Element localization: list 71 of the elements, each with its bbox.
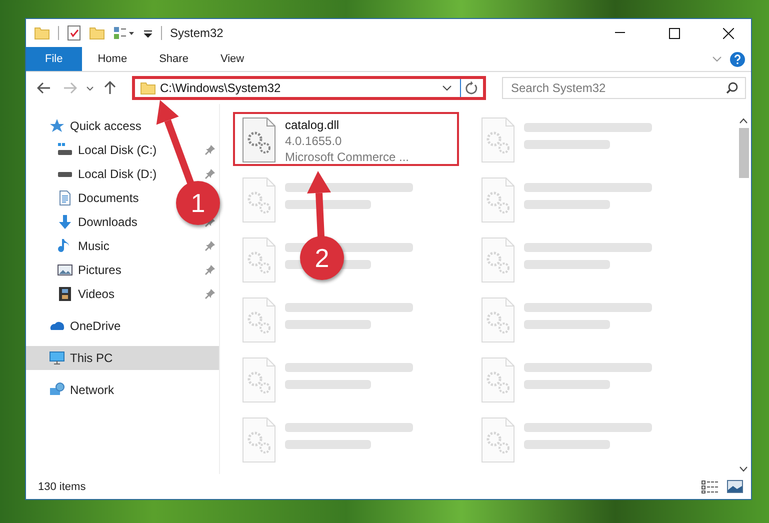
forward-arrow-icon bbox=[63, 82, 77, 94]
search-field[interactable]: Search System32 bbox=[502, 77, 746, 99]
close-icon bbox=[722, 28, 734, 38]
folder-icon bbox=[34, 25, 50, 41]
dropdown-caret-icon[interactable] bbox=[442, 85, 452, 91]
search-icon bbox=[726, 82, 738, 94]
sidebar-item[interactable]: Videos bbox=[57, 286, 114, 302]
dll-file-icon bbox=[241, 177, 277, 223]
drive-icon bbox=[57, 142, 73, 158]
item-count: 130 items bbox=[38, 480, 87, 492]
sidebar-item[interactable]: Network bbox=[49, 382, 114, 398]
dll-file-icon bbox=[480, 417, 516, 463]
sidebar-item[interactable]: Downloads bbox=[57, 214, 138, 230]
dll-file-icon bbox=[241, 237, 277, 283]
film-strip-icon bbox=[57, 286, 73, 302]
address-path: C:\Windows\System32 bbox=[160, 81, 281, 95]
sidebar-item[interactable]: Local Disk (D:) bbox=[57, 167, 157, 181]
recent-locations-icon[interactable] bbox=[86, 86, 94, 90]
address-bar[interactable]: C:\Windows\System32 bbox=[132, 76, 486, 100]
scroll-down-icon[interactable] bbox=[739, 466, 748, 472]
ribbon-tab[interactable]: Home bbox=[82, 47, 144, 71]
details-view-icon[interactable] bbox=[701, 480, 719, 494]
sidebar-item[interactable]: Pictures bbox=[57, 262, 122, 278]
file-item[interactable]: catalog.dll 4.0.1655.0 Microsoft Commerce ... bbox=[233, 112, 459, 166]
dll-file-icon bbox=[241, 297, 277, 343]
file-name: catalog.dll bbox=[285, 117, 340, 133]
window-title: System32 bbox=[170, 26, 224, 40]
monitor-icon bbox=[49, 350, 65, 366]
pin-icon[interactable] bbox=[205, 145, 215, 155]
dll-file-icon bbox=[480, 177, 516, 223]
scrollbar-thumb[interactable] bbox=[738, 128, 748, 178]
back-arrow-icon bbox=[37, 82, 51, 94]
minimize-icon bbox=[615, 32, 625, 34]
ribbon-tab[interactable]: Share bbox=[143, 47, 204, 71]
network-icon bbox=[49, 382, 65, 398]
pin-icon[interactable] bbox=[205, 241, 215, 251]
dll-file-icon bbox=[241, 117, 277, 163]
view-options-icon[interactable] bbox=[113, 25, 135, 41]
sidebar-item[interactable]: Local Disk (C:) bbox=[57, 142, 157, 158]
dll-file-icon bbox=[480, 357, 516, 403]
sidebar-item[interactable]: This PC bbox=[49, 350, 113, 366]
picture-icon bbox=[57, 262, 73, 278]
sidebar-item[interactable]: Music bbox=[57, 238, 110, 254]
up-arrow-icon bbox=[104, 81, 116, 95]
dll-file-icon bbox=[480, 237, 516, 283]
dll-file-icon bbox=[241, 357, 277, 403]
sidebar-item[interactable]: Documents bbox=[57, 190, 139, 206]
document-icon bbox=[57, 190, 73, 206]
properties-icon[interactable] bbox=[67, 25, 81, 41]
scroll-up-icon[interactable] bbox=[739, 118, 748, 124]
new-folder-icon bbox=[89, 25, 105, 41]
maximize-icon bbox=[668, 28, 680, 38]
ribbon-tab[interactable]: File bbox=[26, 47, 82, 71]
help-icon[interactable] bbox=[730, 52, 745, 66]
drive-icon bbox=[57, 172, 73, 176]
large-icons-view-icon[interactable] bbox=[727, 480, 743, 493]
folder-icon bbox=[140, 80, 156, 96]
pin-icon[interactable] bbox=[205, 265, 215, 275]
ribbon-tab[interactable]: View bbox=[204, 47, 260, 71]
pin-icon[interactable] bbox=[205, 289, 215, 299]
pin-icon[interactable] bbox=[205, 169, 215, 179]
star-icon bbox=[49, 118, 65, 134]
download-arrow-icon bbox=[57, 214, 73, 230]
expand-ribbon-icon[interactable] bbox=[712, 56, 722, 62]
sidebar-item[interactable]: Quick access bbox=[49, 118, 142, 134]
file-detail: Microsoft Commerce ... bbox=[285, 149, 410, 165]
dll-file-icon bbox=[480, 117, 516, 163]
sidebar-item[interactable]: OneDrive bbox=[49, 318, 121, 334]
dll-file-icon bbox=[480, 297, 516, 343]
dll-file-icon bbox=[241, 417, 277, 463]
file-detail: 4.0.1655.0 bbox=[285, 133, 343, 149]
